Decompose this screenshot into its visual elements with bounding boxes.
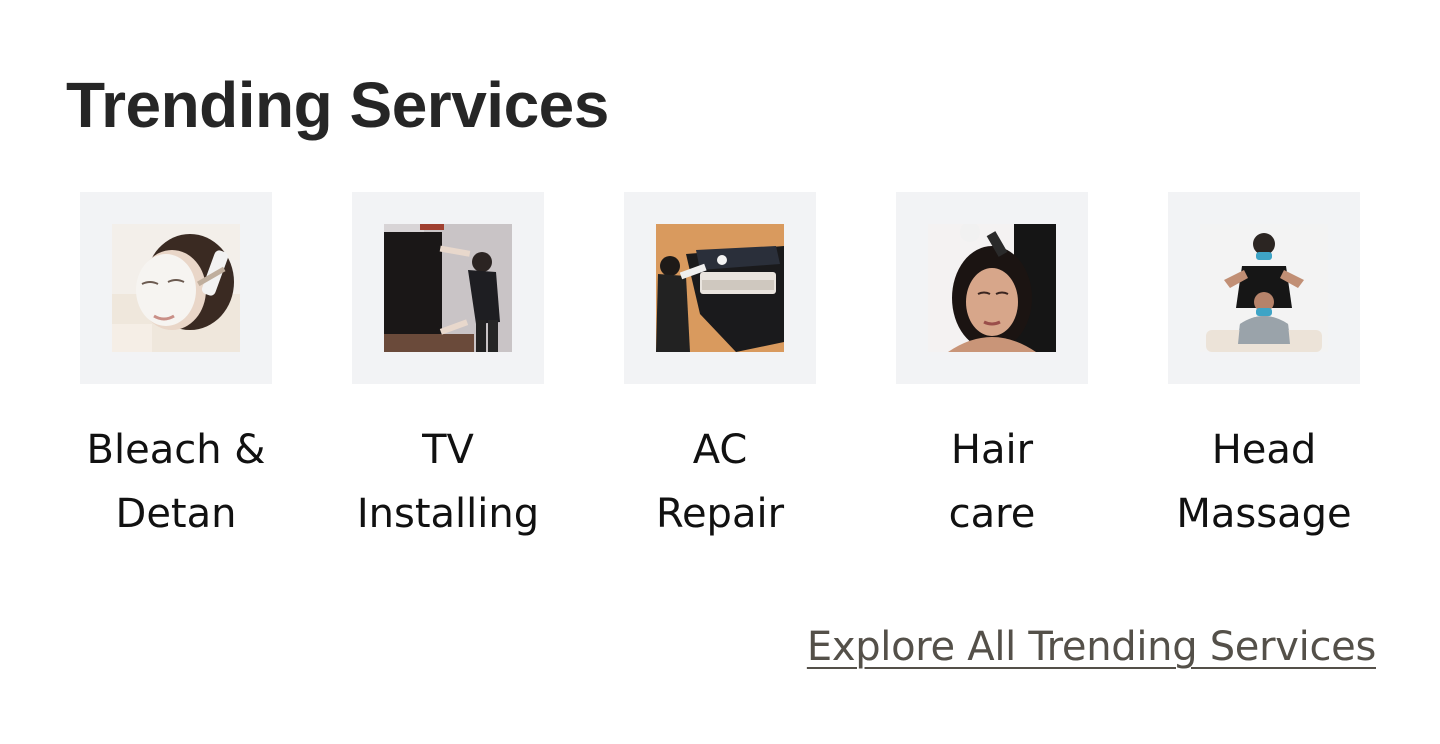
tv-install-photo-icon [384,224,512,352]
section-title: Trending Services [66,69,609,141]
service-label-line: TV [422,427,474,473]
service-card-head-massage[interactable]: Head Massage [1168,192,1360,546]
service-label-line: AC [692,427,748,473]
service-thumbnail-tile[interactable] [80,192,272,384]
service-label-line: Massage [1176,491,1352,537]
facial-photo-icon [112,224,240,352]
service-thumbnail-tile[interactable] [1168,192,1360,384]
service-thumbnail-tile[interactable] [624,192,816,384]
hair-care-photo-icon [928,224,1056,352]
services-row: Bleach & Detan TV Installing AC Repair H… [0,192,1440,552]
service-label: AC Repair [584,418,856,546]
service-label: Bleach & Detan [40,418,312,546]
service-thumbnail-tile[interactable] [352,192,544,384]
service-label-line: Bleach & [86,427,266,473]
service-card-ac-repair[interactable]: AC Repair [624,192,816,546]
service-label-line: Installing [356,491,540,537]
trending-services-page: Trending Services Bleach & Detan TV Inst… [0,0,1440,744]
service-label: Head Massage [1128,418,1400,546]
service-label: Hair care [856,418,1128,546]
service-card-hair-care[interactable]: Hair care [896,192,1088,546]
service-label-line: Hair [950,427,1034,473]
service-thumbnail-tile[interactable] [896,192,1088,384]
service-label-line: care [948,491,1036,537]
head-massage-photo-icon [1200,224,1328,352]
service-card-tv-installing[interactable]: TV Installing [352,192,544,546]
service-card-bleach-detan[interactable]: Bleach & Detan [80,192,272,546]
service-label-line: Detan [115,491,237,537]
service-label-line: Repair [655,491,785,537]
explore-all-link[interactable]: Explore All Trending Services [807,622,1376,672]
service-label: TV Installing [312,418,584,546]
service-label-line: Head [1211,427,1317,473]
ac-repair-photo-icon [656,224,784,352]
